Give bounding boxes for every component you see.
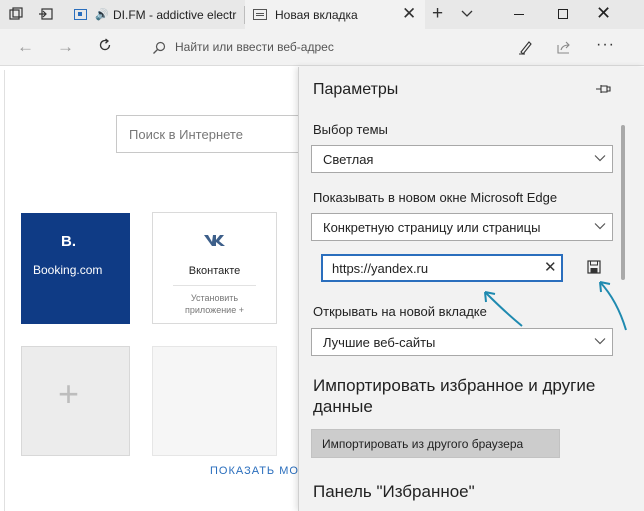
new-tab-value: Лучшие веб-сайты: [323, 335, 436, 350]
open-with-label: Показывать в новом окне Microsoft Edge: [313, 190, 558, 205]
tab-title: DI.FM - addictive electr: [113, 7, 237, 22]
pin-icon[interactable]: [595, 83, 611, 95]
window-close-button[interactable]: ✕: [596, 3, 611, 23]
top-site-label: Booking.com: [33, 263, 103, 277]
search-icon: [153, 41, 166, 54]
top-site-vkontakte[interactable]: Вконтакте Установить приложение +: [152, 212, 277, 324]
new-tab-select[interactable]: Лучшие веб-сайты: [311, 328, 613, 356]
web-search-placeholder: Поиск в Интернете: [129, 127, 243, 142]
difm-favicon-icon: [74, 9, 87, 20]
title-bar: 🔊 DI.FM - addictive electr Новая вкладка…: [0, 0, 644, 29]
plus-icon: +: [58, 373, 80, 414]
new-tab-button[interactable]: +: [432, 4, 443, 24]
favorites-heading: Панель "Избранное": [313, 482, 475, 501]
web-search-box[interactable]: Поиск в Интернете: [116, 115, 316, 153]
settings-title: Параметры: [313, 81, 399, 98]
tab-difm[interactable]: 🔊 DI.FM - addictive electr: [68, 0, 244, 29]
booking-logo: B.: [61, 233, 76, 250]
top-site-label: Вконтакте: [188, 265, 241, 277]
top-site-booking[interactable]: B. Booking.com: [21, 213, 130, 324]
audio-playing-icon[interactable]: 🔊: [95, 8, 113, 21]
settings-panel: Параметры Выбор темы Светлая Показывать …: [298, 67, 644, 511]
back-button[interactable]: ←: [17, 37, 34, 57]
minimize-button[interactable]: [514, 14, 524, 15]
maximize-button[interactable]: [558, 9, 568, 19]
new-tab-favicon-icon: [253, 9, 267, 20]
empty-site-tile: [152, 346, 277, 456]
close-tab-icon[interactable]: ✕: [402, 5, 416, 23]
open-with-select[interactable]: Конкретную страницу или страницы: [311, 213, 613, 241]
tile-divider: [173, 285, 256, 286]
install-app-line: приложение +: [185, 305, 244, 315]
new-tab-label: Открывать на новой вкладке: [313, 304, 487, 319]
import-button-label: Импортировать из другого браузера: [322, 437, 524, 451]
install-app-line: Установить: [190, 293, 239, 303]
add-site-tile[interactable]: +: [21, 346, 130, 456]
import-heading-line: данные: [313, 397, 373, 416]
chevron-down-icon: [594, 338, 606, 345]
tab-actions-icon[interactable]: [9, 7, 23, 21]
chevron-down-icon: [594, 155, 606, 162]
start-page-url-input[interactable]: https://yandex.ru ✕: [321, 254, 563, 282]
tab-title: Новая вкладка: [275, 7, 358, 22]
save-icon[interactable]: [587, 260, 601, 274]
import-heading: Импортировать избранное и другие данные: [313, 375, 595, 417]
address-input[interactable]: Найти или ввести веб-адрес: [175, 40, 334, 54]
tab-new-tab[interactable]: Новая вкладка: [245, 0, 425, 29]
chevron-down-icon: [594, 223, 606, 230]
vk-logo-icon: [204, 235, 225, 246]
clear-url-icon[interactable]: ✕: [544, 258, 557, 276]
settings-scrollbar[interactable]: [621, 125, 625, 280]
open-with-value: Конкретную страницу или страницы: [323, 220, 541, 235]
set-tabs-aside-icon[interactable]: [39, 7, 53, 21]
install-app-link[interactable]: Установить приложение +: [153, 292, 276, 316]
forward-button[interactable]: →: [57, 37, 74, 57]
theme-label: Выбор темы: [313, 122, 388, 137]
url-value: https://yandex.ru: [332, 261, 429, 276]
import-button[interactable]: Импортировать из другого браузера: [311, 429, 560, 458]
chevron-down-icon[interactable]: [460, 6, 474, 20]
web-note-pen-icon[interactable]: [518, 39, 534, 55]
show-more-link[interactable]: ПОКАЗАТЬ МО: [210, 465, 299, 477]
import-heading-line: Импортировать избранное и другие: [313, 376, 596, 395]
navigation-bar: ← → Найти или ввести веб-адрес ···: [0, 29, 644, 66]
theme-value: Светлая: [323, 152, 374, 167]
page-left-edge: [4, 70, 5, 511]
share-icon[interactable]: [556, 39, 572, 55]
more-menu-button[interactable]: ···: [596, 36, 615, 54]
theme-select[interactable]: Светлая: [311, 145, 613, 173]
refresh-icon[interactable]: [98, 38, 112, 52]
